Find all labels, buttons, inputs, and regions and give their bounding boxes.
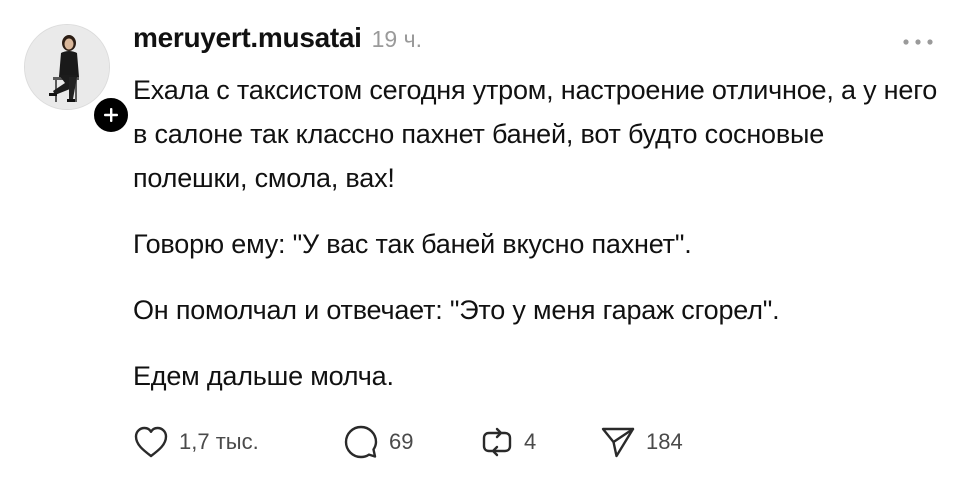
author-avatar-group xyxy=(24,24,132,136)
post-paragraph: Ехала с таксистом сегодня утром, настрое… xyxy=(133,75,938,193)
post-header: meruyert.musatai 19 ч. xyxy=(133,22,422,58)
person-portrait-icon xyxy=(25,25,109,109)
post-paragraph: Едем дальше молча. xyxy=(133,361,394,391)
share-button[interactable]: 184 xyxy=(600,425,683,459)
like-button[interactable]: 1,7 тыс. xyxy=(133,425,343,459)
repost-icon xyxy=(482,427,512,457)
share-count: 184 xyxy=(646,429,683,454)
post-body: Ехала с таксистом сегодня утром, настрое… xyxy=(133,68,943,398)
repost-count: 4 xyxy=(524,429,537,454)
more-options-button[interactable] xyxy=(896,30,940,54)
like-count: 1,7 тыс. xyxy=(179,429,259,454)
post-actions: 1,7 тыс. 69 4 184 xyxy=(133,420,683,464)
send-icon xyxy=(601,427,635,458)
repost-button[interactable]: 4 xyxy=(480,425,600,459)
post-paragraph: Он помолчал и отвечает: "Это у меня гара… xyxy=(133,295,780,325)
follow-button[interactable] xyxy=(90,94,132,136)
plus-icon xyxy=(104,108,118,122)
post-paragraph: Говорю ему: "У вас так баней вкусно пахн… xyxy=(133,229,692,259)
heart-icon xyxy=(134,426,168,458)
avatar[interactable] xyxy=(24,24,110,110)
reply-count: 69 xyxy=(389,429,414,454)
author-username[interactable]: meruyert.musatai xyxy=(133,22,362,54)
reply-button[interactable]: 69 xyxy=(343,424,480,460)
thread-post: meruyert.musatai 19 ч. Ехала с таксистом… xyxy=(0,0,960,483)
comment-icon xyxy=(344,425,378,459)
more-horizontal-icon xyxy=(903,39,933,45)
post-timestamp: 19 ч. xyxy=(371,26,422,52)
